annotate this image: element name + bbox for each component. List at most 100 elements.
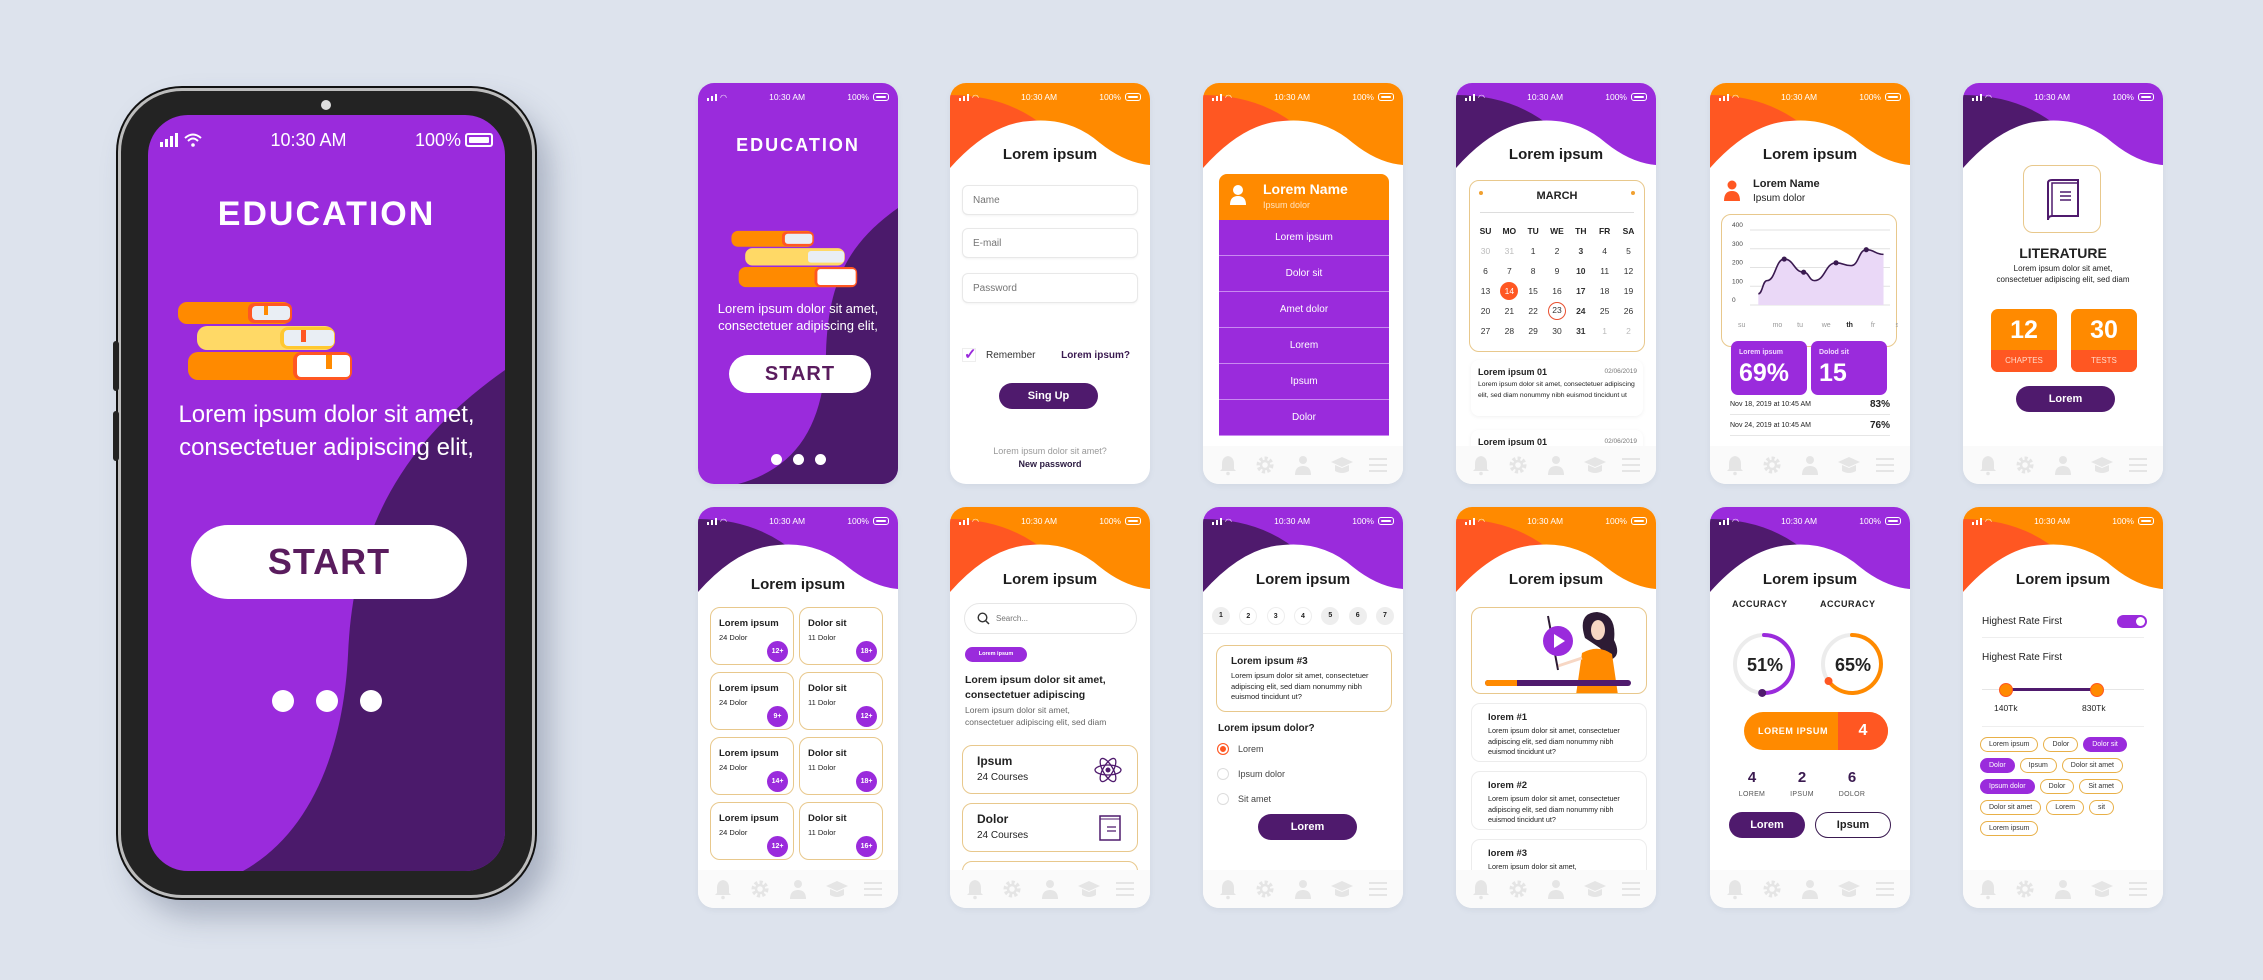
range-min-handle[interactable] (1999, 683, 2014, 697)
bell-icon[interactable] (1217, 878, 1239, 900)
calendar-day[interactable]: 27 (1474, 322, 1497, 340)
course-item[interactable]: Dolor 24 Courses (962, 803, 1138, 852)
user-icon[interactable] (1799, 454, 1821, 476)
filter-tag[interactable]: Lorem ipsum (1980, 737, 2039, 752)
gear-icon[interactable] (749, 878, 771, 900)
menu-icon[interactable] (862, 878, 884, 900)
gear-icon[interactable] (1507, 878, 1529, 900)
calendar-day-selected[interactable]: 14 (1500, 282, 1519, 300)
data-point[interactable] (1781, 256, 1787, 262)
filter-tag[interactable]: sit (2089, 800, 2115, 815)
calendar-day[interactable]: 1 (1593, 322, 1616, 340)
calendar-day[interactable]: 29 (1522, 322, 1545, 340)
bell-icon[interactable] (1217, 454, 1239, 476)
step-indicator[interactable]: 2 (1239, 607, 1258, 625)
menu-item[interactable]: Lorem ipsum (1219, 220, 1389, 256)
calendar-day[interactable]: 30 (1474, 242, 1497, 260)
calendar-day[interactable]: 6 (1474, 262, 1497, 280)
calendar-day[interactable]: 2 (1617, 322, 1640, 340)
menu-item[interactable]: Dolor sit (1219, 256, 1389, 292)
user-icon[interactable] (1799, 878, 1821, 900)
page-dot[interactable] (315, 690, 338, 712)
submit-answer-button[interactable]: Lorem (1258, 814, 1357, 840)
answer-option[interactable]: Ipsum dolor (1217, 768, 1285, 780)
graduation-cap-icon[interactable] (1837, 454, 1860, 476)
menu-icon[interactable] (1367, 878, 1389, 900)
remember-checkbox[interactable]: ✓ (962, 346, 977, 363)
bell-icon[interactable] (1724, 878, 1746, 900)
video-player[interactable] (1471, 607, 1647, 694)
user-icon[interactable] (2052, 878, 2074, 900)
name-field[interactable] (962, 185, 1138, 215)
graduation-cap-icon[interactable] (1583, 454, 1606, 476)
calendar-day[interactable]: 7 (1498, 262, 1521, 280)
graduation-cap-icon[interactable] (825, 878, 848, 900)
gear-icon[interactable] (1761, 878, 1783, 900)
user-icon[interactable] (1039, 878, 1061, 900)
course-item[interactable]: Ipsum 24 Courses (962, 745, 1138, 794)
bell-icon[interactable] (1724, 454, 1746, 476)
menu-icon[interactable] (1620, 454, 1642, 476)
category-tag[interactable]: Lorem ipsum (965, 647, 1027, 662)
calendar-day[interactable]: 24 (1569, 302, 1592, 320)
menu-icon[interactable] (1874, 454, 1896, 476)
calendar-day[interactable]: 22 (1522, 302, 1545, 320)
calendar-day-marked[interactable]: 23 (1547, 302, 1566, 320)
calendar-day[interactable]: 2 (1545, 242, 1568, 260)
event-card[interactable]: Lorem ipsum 01 02/06/2019 Lorem ipsum dolo… (1471, 360, 1643, 416)
signup-button[interactable]: Sing Up (999, 383, 1098, 409)
calendar-day[interactable]: 8 (1522, 262, 1545, 280)
data-point[interactable] (1833, 260, 1839, 266)
menu-icon[interactable] (1114, 878, 1136, 900)
filter-tag[interactable]: Dolor (2039, 779, 2075, 794)
menu-icon[interactable] (1874, 878, 1896, 900)
page-dot[interactable] (770, 454, 782, 465)
step-indicator[interactable]: 1 (1212, 607, 1230, 625)
start-button[interactable]: START (191, 525, 467, 599)
course-card[interactable]: Dolor sit 11 Dolor 16+ (799, 802, 883, 860)
menu-item[interactable]: Amet dolor (1219, 292, 1389, 328)
menu-icon[interactable] (1367, 454, 1389, 476)
filter-tag[interactable]: Sit amet (2079, 779, 2123, 794)
course-card[interactable]: Lorem ipsum 24 Dolor 9+ (710, 672, 794, 730)
password-field[interactable] (962, 273, 1138, 303)
menu-icon[interactable] (1620, 878, 1642, 900)
answer-option[interactable]: Lorem (1217, 743, 1264, 755)
step-indicator[interactable]: 5 (1321, 607, 1340, 625)
calendar-day[interactable]: 20 (1474, 302, 1497, 320)
user-icon[interactable] (1292, 878, 1314, 900)
menu-item[interactable]: Lorem (1219, 328, 1389, 364)
gear-icon[interactable] (1507, 454, 1529, 476)
calendar-day[interactable]: 9 (1545, 262, 1568, 280)
graduation-cap-icon[interactable] (1077, 878, 1100, 900)
graduation-cap-icon[interactable] (1837, 878, 1860, 900)
calendar-day[interactable]: 12 (1617, 262, 1640, 280)
search-box[interactable] (964, 603, 1137, 634)
page-dot[interactable] (814, 454, 826, 465)
gear-icon[interactable] (1001, 878, 1023, 900)
start-button[interactable]: START (729, 355, 871, 393)
calendar-day[interactable]: 16 (1545, 282, 1568, 300)
gear-icon[interactable] (2014, 878, 2036, 900)
secondary-button[interactable]: Ipsum (1815, 812, 1891, 838)
calendar-day[interactable]: 15 (1522, 282, 1545, 300)
calendar-day[interactable]: 5 (1617, 242, 1640, 260)
filter-tag[interactable]: Dolor sit amet (1980, 800, 2042, 815)
menu-icon[interactable] (2127, 878, 2149, 900)
lesson-card[interactable]: lorem #1 Lorem ipsum dolor sit amet, cons… (1471, 703, 1647, 762)
user-icon[interactable] (1545, 878, 1567, 900)
user-icon[interactable] (1545, 454, 1567, 476)
new-password-link[interactable]: New password (950, 459, 1150, 469)
answer-option[interactable]: Sit amet (1217, 793, 1271, 805)
menu-icon[interactable] (2127, 454, 2149, 476)
user-icon[interactable] (2052, 454, 2074, 476)
menu-item[interactable]: Dolor (1219, 400, 1389, 436)
graduation-cap-icon[interactable] (1330, 454, 1353, 476)
course-card[interactable]: Lorem ipsum 24 Dolor 12+ (710, 607, 794, 665)
bell-icon[interactable] (1470, 878, 1492, 900)
course-card[interactable]: Dolor sit 11 Dolor 18+ (799, 737, 883, 795)
graduation-cap-icon[interactable] (1583, 878, 1606, 900)
radio-unselected[interactable] (1217, 768, 1229, 780)
bell-icon[interactable] (964, 878, 986, 900)
play-button[interactable] (1543, 626, 1573, 656)
